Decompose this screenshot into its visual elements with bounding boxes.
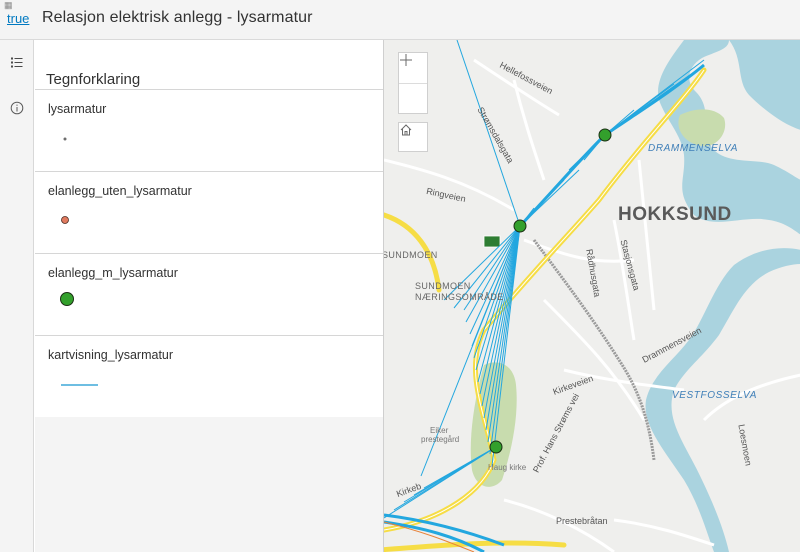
- home-icon: [400, 124, 412, 136]
- info-action-button[interactable]: [0, 91, 33, 125]
- node-elanlegg-1: [598, 128, 612, 142]
- route-shield: [483, 235, 501, 248]
- map-label-area: SUNDMOEN: [415, 281, 471, 291]
- legend-item-label: elanlegg_uten_lysarmatur: [48, 184, 192, 198]
- legend-item-kartvisning: kartvisning_lysarmatur: [35, 335, 383, 417]
- legend-item-elanlegg-m: elanlegg_m_lysarmatur: [35, 253, 383, 335]
- map-label-river: VESTFOSSELVA: [672, 390, 758, 401]
- map-label-area: NÆRINGSOMRÅDE: [415, 292, 504, 302]
- action-rail: [0, 40, 34, 552]
- major-roads: [384, 67, 707, 552]
- legend-item-label: kartvisning_lysarmatur: [48, 348, 174, 362]
- map-label-poi: prestegård: [421, 435, 460, 444]
- map-view[interactable]: HOKKSUND DRAMMENSELVA VESTFOSSELVA SUNDM…: [383, 40, 800, 552]
- brand: ▦ true: [4, 0, 30, 26]
- node-elanlegg-3: [489, 440, 503, 454]
- app-header: ▦ true Relasjon elektrisk anlegg - lysar…: [0, 0, 800, 40]
- legend-card: Tegnforklaring lysarmatur elanlegg_uten_…: [35, 40, 383, 417]
- legend-list-icon: [10, 57, 22, 68]
- map-label-poi: Haug kirke: [488, 463, 527, 472]
- brand-link[interactable]: true: [7, 11, 29, 26]
- legend-action-button[interactable]: [0, 46, 33, 80]
- connection-bundles: [384, 63, 705, 552]
- zoom-out-button[interactable]: [399, 59, 427, 113]
- map-label-poi: Eiker: [430, 426, 449, 435]
- legend-heading: Tegnforklaring: [46, 71, 141, 88]
- line-symbol-icon: [61, 384, 98, 386]
- small-dot-symbol-icon: [63, 137, 67, 141]
- node-elanlegg-2: [513, 219, 527, 233]
- legend-item-label: elanlegg_m_lysarmatur: [48, 266, 178, 280]
- map-label-road: Prestebråtan: [556, 516, 608, 526]
- app-title: Relasjon elektrisk anlegg - lysarmatur: [42, 9, 313, 26]
- map-label-area: SUNDMOEN: [383, 250, 438, 260]
- legend-item-elanlegg-uten: elanlegg_uten_lysarmatur: [35, 171, 383, 253]
- home-button[interactable]: [398, 122, 428, 152]
- legend-panel: Tegnforklaring lysarmatur elanlegg_uten_…: [35, 40, 383, 552]
- large-dot-symbol-icon: [60, 292, 74, 306]
- minus-icon: [400, 59, 412, 61]
- zoom-control: [398, 52, 428, 114]
- map-label-river: DRAMMENSELVA: [648, 143, 739, 154]
- map-label-town: HOKKSUND: [618, 204, 732, 225]
- legend-item-label: lysarmatur: [48, 102, 107, 116]
- broken-image-icon: ▦: [4, 0, 13, 10]
- dot-symbol-icon: [61, 216, 69, 224]
- legend-item-lysarmatur: lysarmatur: [35, 89, 383, 171]
- info-icon: [10, 101, 23, 115]
